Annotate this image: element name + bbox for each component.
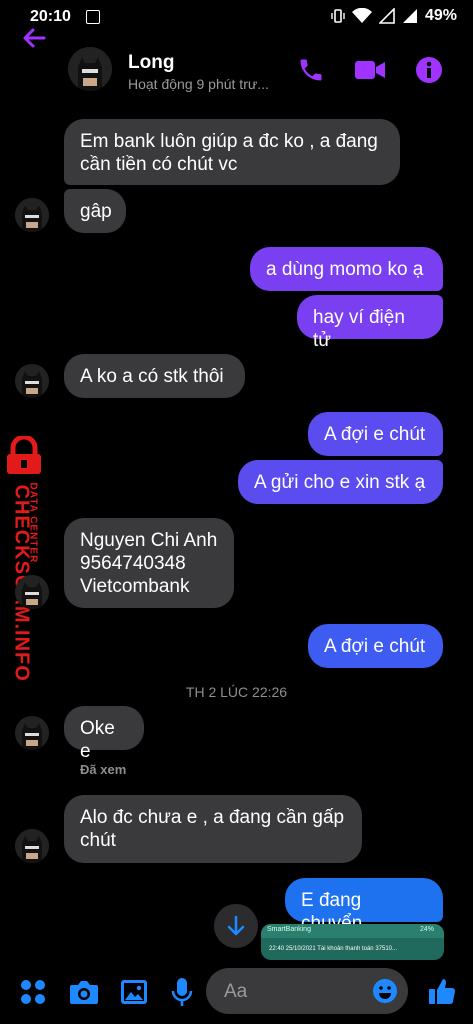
contact-avatar[interactable]	[68, 47, 112, 91]
message-incoming[interactable]: Nguyen Chi Anh 9564740348 Vietcombank	[64, 518, 234, 608]
watermark: CHECKSCAM.INFO DATA CENTER	[4, 436, 50, 682]
phone-icon	[300, 59, 322, 81]
message-outgoing[interactable]: A gửi cho e xin stk ạ	[238, 460, 443, 504]
signal-icon	[378, 8, 395, 24]
batman-avatar-icon	[15, 575, 49, 609]
like-button[interactable]	[428, 976, 456, 1011]
batman-avatar-icon	[15, 716, 49, 750]
batman-avatar-icon	[68, 47, 112, 91]
batman-avatar-icon	[15, 364, 49, 398]
back-arrow-icon	[23, 28, 46, 48]
message-incoming[interactable]: Alo đc chưa e , a đang cần gấp chút	[64, 795, 362, 863]
back-button[interactable]	[20, 24, 48, 57]
message-outgoing[interactable]: A đợi e chút	[308, 624, 443, 668]
status-right: 49%	[331, 7, 457, 25]
microphone-icon	[171, 978, 193, 1006]
arrow-down-icon	[227, 915, 245, 936]
info-icon	[416, 57, 442, 83]
sender-avatar	[15, 198, 49, 232]
seen-indicator: Đã xem	[80, 762, 127, 777]
signal-full-icon	[402, 9, 417, 23]
sender-avatar	[15, 716, 49, 750]
thumbs-up-icon	[429, 979, 456, 1005]
timestamp-separator: TH 2 LÚC 22:26	[185, 684, 288, 700]
attachment-text: 22:40 25/10/2021 Tài khoản thanh toán 37…	[269, 946, 397, 952]
attachment-app-name: SmartBanking	[267, 926, 311, 933]
scroll-to-bottom-button[interactable]	[214, 904, 258, 948]
sender-avatar	[15, 829, 49, 863]
message-incoming[interactable]: A ko a có stk thôi	[64, 354, 245, 398]
video-call-button[interactable]	[354, 56, 386, 89]
sender-avatar	[15, 364, 49, 398]
message-outgoing[interactable]: A đợi e chút	[308, 412, 443, 456]
status-bar: 20:10 49%	[0, 0, 473, 34]
gallery-button[interactable]	[120, 979, 148, 1010]
video-camera-icon	[355, 61, 385, 79]
message-outgoing[interactable]: a dùng momo ko ạ	[250, 247, 443, 291]
vibrate-icon	[331, 9, 345, 23]
sender-avatar	[15, 575, 49, 609]
info-button[interactable]	[415, 56, 443, 89]
watermark-top-text: DATA CENTER	[27, 482, 39, 564]
wifi-icon	[351, 8, 372, 23]
voice-message-button[interactable]	[171, 977, 193, 1012]
emoji-icon	[373, 979, 397, 1003]
message-incoming[interactable]: Oke e	[64, 706, 144, 762]
contact-activity-status: Hoạt động 9 phút trư...	[128, 76, 269, 92]
camera-button[interactable]	[69, 978, 99, 1011]
image-attachment[interactable]: SmartBanking 24% 22:40 25/10/2021 Tài kh…	[261, 924, 444, 960]
message-outgoing[interactable]: hay ví điện tử	[297, 295, 443, 351]
message-outgoing[interactable]: E đang chuyển	[285, 878, 443, 934]
message-incoming[interactable]: gâp	[64, 189, 126, 233]
attachment-battery: 24%	[419, 926, 434, 933]
lock-icon	[7, 436, 41, 474]
batman-avatar-icon	[15, 198, 49, 232]
camera-icon	[70, 981, 98, 1004]
contact-name[interactable]: Long	[128, 52, 174, 74]
voice-call-button[interactable]	[297, 56, 325, 89]
message-incoming[interactable]: Em bank luôn giúp a đc ko , a đang cần t…	[64, 119, 400, 185]
apps-grid-icon	[21, 980, 45, 1004]
message-composer[interactable]	[206, 968, 408, 1016]
more-actions-button[interactable]	[20, 979, 46, 1010]
image-icon	[121, 980, 147, 1004]
message-input[interactable]	[222, 968, 366, 1016]
battery-percent: 49%	[424, 7, 457, 24]
emoji-button[interactable]	[372, 978, 398, 1009]
gallery-notification-icon	[86, 10, 100, 24]
batman-avatar-icon	[15, 829, 49, 863]
